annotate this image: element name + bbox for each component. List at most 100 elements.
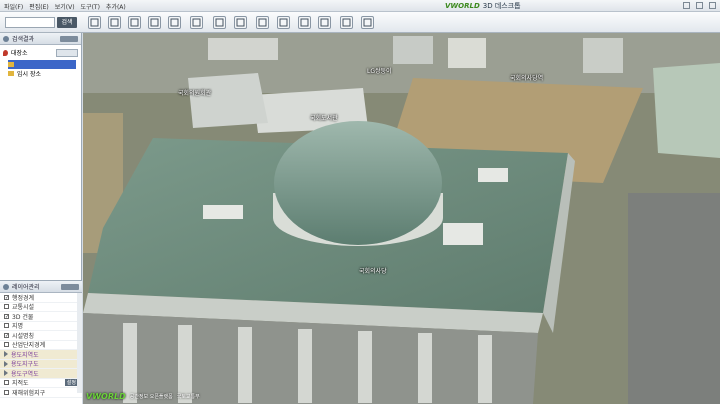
map-label-upper-left: 국회의원회관	[178, 90, 212, 97]
layer-label: 시설명칭	[12, 332, 35, 340]
layer-item[interactable]: 용도지구도	[0, 359, 82, 369]
place-tree: 임시 장소	[0, 60, 81, 78]
place-options-button[interactable]	[56, 48, 78, 57]
parking-lot	[628, 193, 720, 404]
layer-item[interactable]: ✓ 행정경계	[0, 293, 82, 303]
layer-checkbox[interactable]: ✓	[4, 294, 9, 300]
office-building	[188, 73, 268, 128]
layer-item[interactable]: 용도지역도	[0, 350, 82, 360]
place-tab-label[interactable]: 대장소	[11, 48, 28, 57]
document-icon[interactable]	[340, 16, 353, 29]
footer-text-1: 공간정보 오픈플랫폼	[129, 394, 173, 400]
folder-icon	[8, 71, 14, 76]
search-button[interactable]: 검색	[57, 17, 77, 28]
layer-item[interactable]: ✓ 시설명칭	[0, 331, 82, 341]
map-label-library: 국회도서관	[310, 115, 338, 122]
layer-checkbox[interactable]	[4, 323, 9, 329]
layer-panel-title: 레이어관리	[12, 284, 40, 291]
expand-triangle-icon[interactable]	[4, 360, 8, 367]
image-icon[interactable]	[234, 16, 247, 29]
footer-text-2: 국토교통부	[176, 394, 200, 400]
tree-item-temp[interactable]: 임시 장소	[8, 69, 81, 78]
menu-bar: 파일(F) 편집(E) 보기(V) 도구(T) 추가(A)	[4, 2, 126, 11]
column	[418, 333, 432, 403]
minimize-button[interactable]	[683, 2, 690, 9]
column	[238, 327, 252, 403]
layer-item[interactable]: ✓ 3D 건물	[0, 312, 82, 322]
column	[478, 335, 492, 403]
folder-icon	[8, 62, 14, 67]
layer-item[interactable]: 용도구역도	[0, 369, 82, 379]
layer-label: 지적도	[12, 380, 29, 388]
print-icon[interactable]	[318, 16, 331, 29]
building-icon[interactable]	[148, 16, 161, 29]
layer-item[interactable]: 재해위험지구	[0, 388, 82, 398]
layer-label: 지명	[12, 323, 24, 331]
vworld-logo: VWORLD	[445, 2, 480, 10]
app-title-text: 3D 데스크톱	[482, 2, 521, 10]
expand-triangle-icon[interactable]	[4, 370, 8, 377]
layer-item[interactable]: 지적도 설정	[0, 379, 82, 388]
map-view[interactable]: LG쌍둥이 국회의원회관 국회도서관 국회의사당역 국회의사당 VWORLD 공…	[83, 33, 720, 404]
layer-panel-header: 레이어관리	[0, 281, 82, 293]
tree-item-selected[interactable]	[8, 60, 76, 69]
layer-label: 3D 건물	[12, 313, 34, 321]
menu-view[interactable]: 보기(V)	[55, 2, 75, 11]
layer-checkbox[interactable]	[4, 304, 9, 310]
layer-item[interactable]: 교통시설	[0, 303, 82, 312]
close-button[interactable]	[709, 2, 716, 9]
expand-triangle-icon[interactable]	[4, 351, 8, 358]
panel-collapse-button[interactable]	[60, 35, 78, 42]
search-input[interactable]	[5, 17, 55, 28]
menu-add[interactable]: 추가(A)	[106, 2, 126, 11]
building	[448, 38, 486, 68]
map-label-top: LG쌍둥이	[367, 68, 392, 75]
layer-label: 용도지역도	[11, 351, 39, 359]
building	[208, 38, 278, 60]
pin-icon	[3, 49, 8, 56]
layer-label: 용도구역도	[11, 370, 39, 378]
measure-icon[interactable]	[108, 16, 121, 29]
building	[393, 36, 433, 64]
globe-icon[interactable]	[190, 16, 203, 29]
place-tab-row: 대장소	[0, 45, 81, 60]
layer-item[interactable]: 지명	[0, 322, 82, 331]
maximize-button[interactable]	[696, 2, 703, 9]
menu-file[interactable]: 파일(F)	[4, 2, 23, 11]
bookmark-icon[interactable]	[277, 16, 290, 29]
layer-checkbox[interactable]	[4, 380, 9, 386]
search-panel-icon	[3, 35, 9, 42]
dome	[274, 121, 442, 245]
house-icon[interactable]	[168, 16, 181, 29]
vworld-footer-logo: VWORLD	[86, 392, 126, 401]
toolbar: 검색	[0, 12, 720, 33]
refresh-icon[interactable]	[361, 16, 374, 29]
layer-label: 용도지구도	[11, 361, 39, 369]
layer-checkbox[interactable]: ✓	[4, 332, 9, 338]
home-icon[interactable]	[88, 16, 101, 29]
layer-item[interactable]: 산업단지경계	[0, 341, 82, 350]
layer-label: 산업단지경계	[12, 342, 46, 350]
layer-collapse-button[interactable]	[61, 283, 79, 290]
title-bar: 파일(F) 편집(E) 보기(V) 도구(T) 추가(A) VWORLD 3D …	[0, 0, 720, 12]
column	[123, 323, 137, 403]
layer-label: 행정경계	[12, 294, 35, 302]
building	[583, 38, 623, 73]
office-building-right	[653, 63, 720, 158]
layer-panel: 레이어관리 ✓ 행정경계 교통시설 ✓ 3D 건물 지명 ✓ 시설명칭 산업단지경계 용도지역도 용…	[0, 280, 82, 404]
layer-checkbox[interactable]: ✓	[4, 313, 9, 319]
tree-item-label: 임시 장소	[17, 71, 41, 78]
layer-panel-icon	[3, 283, 9, 290]
layer-checkbox[interactable]	[4, 389, 9, 395]
table-icon[interactable]	[213, 16, 226, 29]
column	[298, 329, 312, 403]
layer-checkbox[interactable]	[4, 342, 9, 348]
terrain-icon[interactable]	[128, 16, 141, 29]
column	[358, 331, 372, 403]
menu-edit[interactable]: 편집(E)	[29, 2, 49, 11]
layer-scrollbar[interactable]	[77, 293, 82, 393]
search-panel-header: 검색결과	[0, 33, 81, 45]
chart-icon[interactable]	[256, 16, 269, 29]
eye-icon[interactable]	[298, 16, 311, 29]
menu-tools[interactable]: 도구(T)	[81, 2, 100, 11]
